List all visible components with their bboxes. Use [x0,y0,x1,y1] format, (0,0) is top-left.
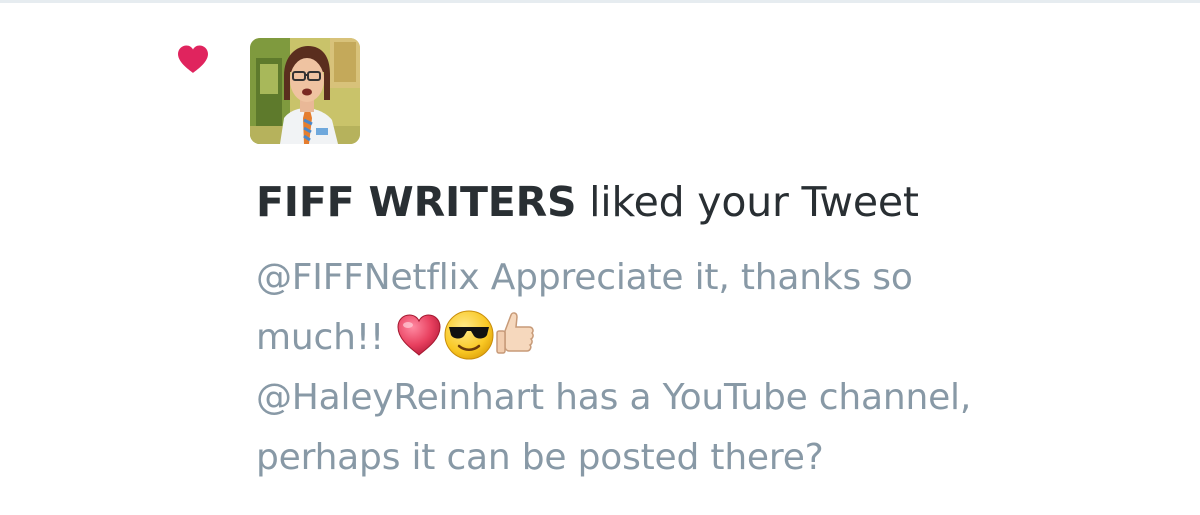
tweet-line-3: @HaleyReinhart has a YouTube channel, [256,377,972,418]
tweet-line-2: much!! [256,308,1156,368]
thumbs-up-icon [496,312,535,354]
avatar[interactable] [250,38,360,144]
tweet-line-1: @FIFFNetflix Appreciate it, thanks so [256,257,913,298]
tweet-line-4: perhaps it can be posted there? [256,437,824,478]
mention-link[interactable]: @FIFFNetflix [256,257,480,298]
smiling-face-with-sunglasses-icon [444,310,494,360]
like-notification[interactable]: FIFF WRITERS liked your Tweet @FIFFNetfl… [0,0,1200,515]
actor-name[interactable]: FIFF WRITERS [256,178,576,226]
avatar-image [250,38,360,144]
notification-headline: FIFF WRITERS liked your Tweet [256,172,919,232]
red-heart-icon [397,314,441,356]
action-text: liked your Tweet [576,178,919,226]
tweet-text[interactable]: @FIFFNetflix Appreciate it, thanks so mu… [256,248,1156,488]
heart-icon [178,45,208,73]
